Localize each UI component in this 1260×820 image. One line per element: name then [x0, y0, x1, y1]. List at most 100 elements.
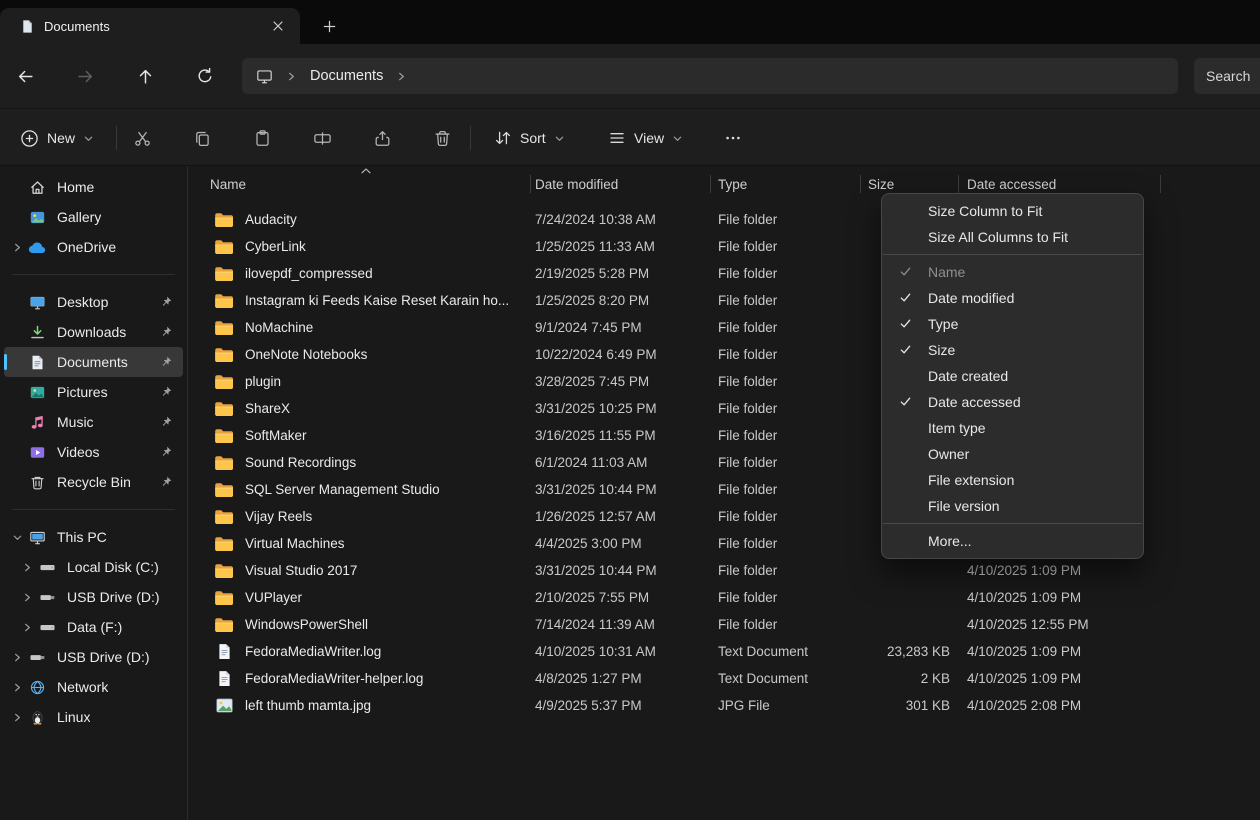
column-header-name[interactable]: Name: [210, 166, 510, 202]
forward-button[interactable]: [65, 56, 105, 96]
menu-item-date-accessed[interactable]: Date accessed: [882, 389, 1143, 415]
chevron-right-icon[interactable]: [10, 712, 24, 723]
breadcrumb-chevron-icon[interactable]: [396, 71, 407, 82]
file-row-vuplayer[interactable]: VUPlayer2/10/2025 7:55 PMFile folder4/10…: [188, 584, 1260, 611]
menu-item-type[interactable]: Type: [882, 311, 1143, 337]
sort-button[interactable]: Sort: [484, 120, 575, 156]
chevron-right-icon[interactable]: [20, 592, 34, 603]
column-separator[interactable]: [1160, 175, 1161, 193]
folder-icon: [214, 536, 234, 552]
menu-item-date-modified[interactable]: Date modified: [882, 285, 1143, 311]
sidebar-item-pictures[interactable]: Pictures: [4, 377, 183, 407]
folder-icon: [214, 482, 234, 498]
sidebar-item-usb-drive-d[interactable]: USB Drive (D:): [4, 582, 183, 612]
sidebar-item-local-disk-c[interactable]: Local Disk (C:): [4, 552, 183, 582]
rename-button[interactable]: [302, 118, 342, 158]
navigation-row: Documents Search: [0, 44, 1260, 108]
sidebar-item-onedrive[interactable]: OneDrive: [4, 232, 183, 262]
file-type: File folder: [718, 557, 854, 584]
menu-item-size[interactable]: Size: [882, 337, 1143, 363]
up-button[interactable]: [125, 56, 165, 96]
file-name: CyberLink: [245, 239, 306, 254]
menu-item-file-extension[interactable]: File extension: [882, 467, 1143, 493]
sidebar-item-data-f[interactable]: Data (F:): [4, 612, 183, 642]
menu-item-label: More...: [928, 533, 972, 549]
refresh-button[interactable]: [185, 56, 225, 96]
sidebar-item-label: This PC: [57, 529, 107, 545]
tab-documents[interactable]: Documents: [0, 8, 300, 44]
sidebar-item-network[interactable]: Network: [4, 672, 183, 702]
menu-item-file-version[interactable]: File version: [882, 493, 1143, 519]
menu-item-date-created[interactable]: Date created: [882, 363, 1143, 389]
column-separator[interactable]: [530, 175, 531, 193]
sidebar-item-linux[interactable]: Linux: [4, 702, 183, 732]
titlebar: Documents: [0, 0, 1260, 44]
checkmark-icon: [899, 395, 912, 408]
back-button[interactable]: [5, 56, 45, 96]
sidebar-item-usb-drive-d[interactable]: USB Drive (D:): [4, 642, 183, 672]
new-tab-button[interactable]: [316, 13, 342, 39]
sidebar-item-documents[interactable]: Documents: [4, 347, 183, 377]
chevron-right-icon[interactable]: [10, 652, 24, 663]
chevron-right-icon[interactable]: [10, 682, 24, 693]
sidebar-item-recycle-bin[interactable]: Recycle Bin: [4, 467, 183, 497]
menu-item-name[interactable]: Name: [882, 259, 1143, 285]
column-header-date-modified[interactable]: Date modified: [535, 166, 705, 202]
file-name: SoftMaker: [245, 428, 307, 443]
file-size: 301 KB: [836, 692, 950, 719]
sidebar-item-gallery[interactable]: Gallery: [4, 202, 183, 232]
file-row-left-thumb-mamta-jpg[interactable]: left thumb mamta.jpg4/9/2025 5:37 PMJPG …: [188, 692, 1260, 719]
sidebar-item-desktop[interactable]: Desktop: [4, 287, 183, 317]
menu-item-label: Name: [928, 264, 965, 280]
file-date-modified: 3/16/2025 11:55 PM: [535, 422, 707, 449]
menu-item-item-type[interactable]: Item type: [882, 415, 1143, 441]
chevron-right-icon[interactable]: [10, 242, 24, 253]
delete-button[interactable]: [422, 118, 462, 158]
breadcrumb-item-documents[interactable]: Documents: [310, 68, 383, 84]
copy-button[interactable]: [182, 118, 222, 158]
pin-icon: [159, 385, 173, 399]
menu-item-owner[interactable]: Owner: [882, 441, 1143, 467]
new-button[interactable]: New: [10, 120, 104, 156]
address-bar[interactable]: Documents: [242, 58, 1178, 94]
file-row-windowspowershell[interactable]: WindowsPowerShell7/14/2024 11:39 AMFile …: [188, 611, 1260, 638]
sidebar-item-music[interactable]: Music: [4, 407, 183, 437]
chevron-right-icon[interactable]: [20, 622, 34, 633]
view-button[interactable]: View: [598, 120, 693, 156]
file-row-fedoramediawriter-helper-log[interactable]: FedoraMediaWriter-helper.log4/8/2025 1:2…: [188, 665, 1260, 692]
sidebar-item-home[interactable]: Home: [4, 172, 183, 202]
cut-button[interactable]: [122, 118, 162, 158]
sidebar-item-videos[interactable]: Videos: [4, 437, 183, 467]
clipboard-icon: [253, 129, 272, 148]
menu-item-size-column-to-fit[interactable]: Size Column to Fit: [882, 198, 1143, 224]
sidebar-item-label: Network: [57, 679, 108, 695]
menu-item-size-all-columns-to-fit[interactable]: Size All Columns to Fit: [882, 224, 1143, 250]
sidebar-item-downloads[interactable]: Downloads: [4, 317, 183, 347]
tab-close-button[interactable]: [266, 14, 290, 38]
file-type: Text Document: [718, 665, 854, 692]
paste-button[interactable]: [242, 118, 282, 158]
column-separator[interactable]: [958, 175, 959, 193]
sidebar-item-this-pc[interactable]: This PC: [4, 522, 183, 552]
menu-item-more[interactable]: More...: [882, 528, 1143, 554]
column-separator[interactable]: [710, 175, 711, 193]
breadcrumb-chevron-icon[interactable]: [286, 71, 297, 82]
videos-icon: [27, 444, 47, 461]
file-row-fedoramediawriter-log[interactable]: FedoraMediaWriter.log4/10/2025 10:31 AMT…: [188, 638, 1260, 665]
search-input[interactable]: Search: [1194, 58, 1260, 94]
file-name: NoMachine: [245, 320, 313, 335]
share-button[interactable]: [362, 118, 402, 158]
file-type: File folder: [718, 368, 854, 395]
file-date-modified: 4/9/2025 5:37 PM: [535, 692, 707, 719]
file-type: JPG File: [718, 692, 854, 719]
column-header-type[interactable]: Type: [718, 166, 848, 202]
file-row-visual-studio-2017[interactable]: Visual Studio 20173/31/2025 10:44 PMFile…: [188, 557, 1260, 584]
file-date-modified: 4/4/2025 3:00 PM: [535, 530, 707, 557]
see-more-button[interactable]: [713, 118, 753, 158]
chevron-down-icon[interactable]: [10, 532, 24, 543]
file-size: [836, 611, 950, 638]
menu-item-label: File version: [928, 498, 1000, 514]
file-date-accessed: 4/10/2025 1:09 PM: [967, 584, 1162, 611]
column-separator[interactable]: [860, 175, 861, 193]
chevron-right-icon[interactable]: [20, 562, 34, 573]
